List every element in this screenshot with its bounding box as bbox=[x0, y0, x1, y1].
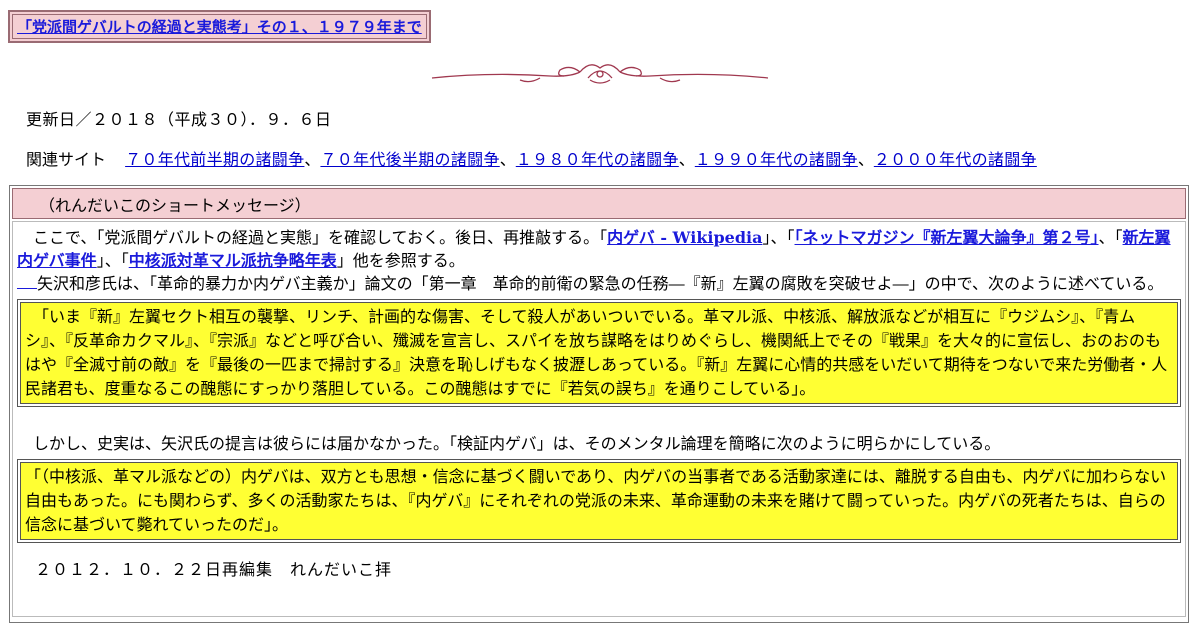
intro-text: ここで、「党派間ゲバルトの経過と実態」を確認しておく。後日、再推敲する。「 bbox=[33, 228, 608, 247]
related-link-2000s[interactable]: ２０００年代の諸闘争 bbox=[874, 150, 1037, 169]
yazawa-paragraph: 矢沢和彦氏は、「革命的暴力か内ゲバ主義か」論文の「第一章 革命的前衛の緊急の任務… bbox=[17, 272, 1181, 295]
related-link-1980s[interactable]: １９８０年代の諸闘争 bbox=[516, 150, 679, 169]
intro-text: 」他を参照する。 bbox=[336, 251, 465, 270]
history-paragraph: しかし、史実は、矢沢氏の提言は彼らには届かなかった。「検証内ゲバ」は、そのメンタ… bbox=[33, 434, 1001, 453]
related-link-1990s[interactable]: １９９０年代の諸闘争 bbox=[695, 150, 858, 169]
separator: 、 bbox=[499, 150, 516, 169]
separator: 、 bbox=[678, 150, 695, 169]
quote-kensho-uchigeba: 「（中核派、革マル派などの）内ゲバは、双方とも思想・信念に基づく闘いであり、内ゲ… bbox=[17, 459, 1181, 543]
related-sites: 関連サイト ７０年代前半期の諸闘争、７０年代後半期の諸闘争、１９８０年代の諸闘争… bbox=[26, 146, 1037, 170]
intro-text: 、「 bbox=[1098, 228, 1123, 247]
chukaku-kakumaru-chronology-link[interactable]: 中核派対革マル派抗争略年表 bbox=[129, 251, 337, 270]
separator: 、 bbox=[857, 150, 874, 169]
message-header: （れんだいこのショートメッセージ） bbox=[12, 188, 1186, 219]
page-title-box: 「党派間ゲバルトの経過と実態考」その１、１９７９年まで bbox=[8, 10, 431, 43]
page-title-link[interactable]: 「党派間ゲバルトの経過と実態考」その１、１９７９年まで bbox=[17, 18, 422, 36]
related-link-70s-late[interactable]: ７０年代後半期の諸闘争 bbox=[320, 150, 499, 169]
quote-yazawa-text: 「いま『新』左翼セクト相互の襲撃、リンチ、計画的な傷害、そして殺人があいついでい… bbox=[25, 307, 1168, 398]
quote-kensho-text: 「（中核派、革マル派などの）内ゲバは、双方とも思想・信念に基づく闘いであり、内ゲ… bbox=[25, 467, 1167, 534]
intro-paragraph: ここで、「党派間ゲバルトの経過と実態」を確認しておく。後日、再推敲する。「内ゲバ… bbox=[17, 222, 1181, 272]
ornament-divider-icon bbox=[431, 64, 769, 84]
empty-anchor-link[interactable] bbox=[17, 274, 37, 289]
related-link-70s-early[interactable]: ７０年代前半期の諸闘争 bbox=[125, 150, 304, 169]
message-panel: （れんだいこのショートメッセージ） ここで、「党派間ゲバルトの経過と実態」を確認… bbox=[9, 185, 1189, 623]
signoff: ２０１２．１０．２２日再編集 れんだいこ拝 bbox=[35, 560, 393, 579]
quote-yazawa: 「いま『新』左翼セクト相互の襲撃、リンチ、計画的な傷害、そして殺人があいついでい… bbox=[17, 299, 1181, 407]
yazawa-text: 矢沢和彦氏は、「革命的暴力か内ゲバ主義か」論文の「第一章 革命的前衛の緊急の任務… bbox=[37, 274, 1164, 293]
message-content: ここで、「党派間ゲバルトの経過と実態」を確認しておく。後日、再推敲する。「内ゲバ… bbox=[12, 221, 1186, 617]
intro-text: 」、「 bbox=[762, 228, 795, 247]
separator: 、 bbox=[304, 150, 321, 169]
updated-date: 更新日／２０１８（平成３０）．９．６日 bbox=[26, 110, 332, 129]
net-magazine-link[interactable]: 「ネットマガジン『新左翼大論争』第２号」 bbox=[795, 228, 1099, 247]
page-title: 「党派間ゲバルトの経過と実態考」その１、１９７９年まで bbox=[12, 14, 427, 39]
related-sites-label: 関連サイト bbox=[26, 150, 107, 169]
wikipedia-link[interactable]: 内ゲバ - Wikipedia bbox=[607, 228, 762, 247]
intro-text: 」、「 bbox=[96, 251, 129, 270]
